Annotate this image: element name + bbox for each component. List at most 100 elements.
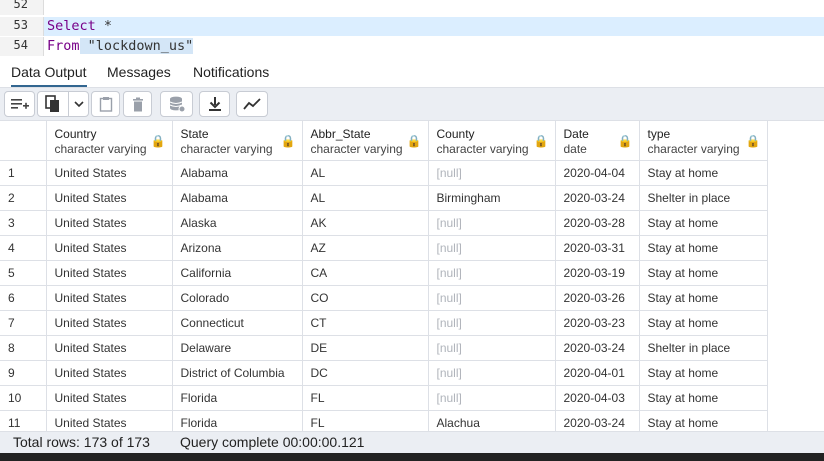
table-row[interactable]: 10 United States Florida FL [null] 2020-04-03… bbox=[0, 385, 768, 411]
table-cell[interactable]: CO bbox=[302, 285, 429, 311]
table-cell[interactable]: DC bbox=[302, 360, 429, 386]
table-cell[interactable]: AZ bbox=[302, 235, 429, 261]
table-cell[interactable]: Alabama bbox=[172, 185, 303, 211]
table-cell[interactable]: Shelter in place bbox=[639, 185, 768, 211]
table-cell[interactable]: United States bbox=[46, 285, 173, 311]
download-button[interactable] bbox=[199, 91, 230, 117]
table-cell[interactable]: [null] bbox=[428, 160, 556, 186]
tab-data-output[interactable]: Data Output bbox=[11, 64, 87, 87]
table-cell[interactable]: [null] bbox=[428, 260, 556, 286]
data-grid[interactable]: Country character varying 🔒 State character… bbox=[0, 121, 824, 431]
column-header-type[interactable]: type character varying 🔒 bbox=[639, 121, 768, 161]
table-cell[interactable]: AK bbox=[302, 210, 429, 236]
row-number-cell[interactable]: 6 bbox=[0, 285, 47, 311]
table-cell[interactable]: 2020-04-01 bbox=[555, 360, 640, 386]
table-cell[interactable]: Alachua bbox=[428, 410, 556, 431]
column-header-state[interactable]: State character varying 🔒 bbox=[172, 121, 303, 161]
row-number-cell[interactable]: 5 bbox=[0, 260, 47, 286]
table-row[interactable]: 8 United States Delaware DE [null] 2020-03-24… bbox=[0, 335, 768, 361]
table-cell[interactable]: United States bbox=[46, 260, 173, 286]
table-cell[interactable]: 2020-03-24 bbox=[555, 185, 640, 211]
row-number-cell[interactable]: 9 bbox=[0, 360, 47, 386]
table-cell[interactable]: United States bbox=[46, 185, 173, 211]
table-cell[interactable]: Stay at home bbox=[639, 360, 768, 386]
table-cell[interactable]: 2020-03-31 bbox=[555, 235, 640, 261]
table-cell[interactable]: Stay at home bbox=[639, 210, 768, 236]
row-number-cell[interactable]: 2 bbox=[0, 185, 47, 211]
column-header-abbr-state[interactable]: Abbr_State character varying 🔒 bbox=[302, 121, 429, 161]
table-cell[interactable]: CA bbox=[302, 260, 429, 286]
table-row[interactable]: 11 United States Florida FL Alachua 2020-03-2… bbox=[0, 410, 768, 431]
table-cell[interactable]: United States bbox=[46, 360, 173, 386]
code-text[interactable]: From "lockdown_us" bbox=[47, 38, 194, 54]
table-cell[interactable]: [null] bbox=[428, 385, 556, 411]
table-cell[interactable]: FL bbox=[302, 410, 429, 431]
table-cell[interactable]: Florida bbox=[172, 410, 303, 431]
column-header-country[interactable]: Country character varying 🔒 bbox=[46, 121, 173, 161]
table-cell[interactable]: 2020-04-04 bbox=[555, 160, 640, 186]
row-number-cell[interactable]: 7 bbox=[0, 310, 47, 336]
table-cell[interactable]: 2020-03-26 bbox=[555, 285, 640, 311]
row-number-header[interactable] bbox=[0, 121, 47, 161]
table-cell[interactable]: Stay at home bbox=[639, 160, 768, 186]
delete-button[interactable] bbox=[123, 91, 152, 117]
copy-options-dropdown[interactable] bbox=[69, 100, 88, 108]
table-cell[interactable]: AL bbox=[302, 185, 429, 211]
row-number-cell[interactable]: 4 bbox=[0, 235, 47, 261]
table-cell[interactable]: Florida bbox=[172, 385, 303, 411]
table-cell[interactable]: Stay at home bbox=[639, 285, 768, 311]
table-cell[interactable]: United States bbox=[46, 210, 173, 236]
table-cell[interactable]: United States bbox=[46, 160, 173, 186]
table-row[interactable]: 5 United States California CA [null] 2020-03-… bbox=[0, 260, 768, 286]
table-row[interactable]: 2 United States Alabama AL Birmingham 2020-03… bbox=[0, 185, 768, 211]
copy-button[interactable] bbox=[37, 91, 89, 117]
editor-line[interactable]: 52 bbox=[0, 0, 824, 15]
table-cell[interactable]: [null] bbox=[428, 235, 556, 261]
table-cell[interactable]: Stay at home bbox=[639, 310, 768, 336]
row-number-cell[interactable]: 8 bbox=[0, 335, 47, 361]
row-number-cell[interactable]: 10 bbox=[0, 385, 47, 411]
table-cell[interactable]: Connecticut bbox=[172, 310, 303, 336]
table-cell[interactable]: Stay at home bbox=[639, 410, 768, 431]
table-cell[interactable]: Alaska bbox=[172, 210, 303, 236]
table-cell[interactable]: Birmingham bbox=[428, 185, 556, 211]
table-cell[interactable]: United States bbox=[46, 410, 173, 431]
editor-line[interactable]: 53 Select * bbox=[0, 17, 824, 36]
table-cell[interactable]: AL bbox=[302, 160, 429, 186]
table-cell[interactable]: CT bbox=[302, 310, 429, 336]
table-cell[interactable]: 2020-04-03 bbox=[555, 385, 640, 411]
table-cell[interactable]: Stay at home bbox=[639, 385, 768, 411]
table-cell[interactable]: United States bbox=[46, 335, 173, 361]
graph-visualiser-button[interactable] bbox=[236, 91, 268, 117]
table-cell[interactable]: [null] bbox=[428, 285, 556, 311]
save-data-button[interactable] bbox=[160, 91, 193, 117]
table-cell[interactable]: Stay at home bbox=[639, 235, 768, 261]
table-cell[interactable]: Stay at home bbox=[639, 260, 768, 286]
editor-line[interactable]: 54 From "lockdown_us" bbox=[0, 37, 824, 56]
table-cell[interactable]: United States bbox=[46, 385, 173, 411]
table-row[interactable]: 7 United States Connecticut CT [null] 2020-03… bbox=[0, 310, 768, 336]
code-text[interactable]: Select * bbox=[47, 18, 112, 34]
table-cell[interactable]: [null] bbox=[428, 210, 556, 236]
table-cell[interactable]: [null] bbox=[428, 360, 556, 386]
table-cell[interactable]: Delaware bbox=[172, 335, 303, 361]
row-number-cell[interactable]: 1 bbox=[0, 160, 47, 186]
table-cell[interactable]: Colorado bbox=[172, 285, 303, 311]
table-cell[interactable]: Shelter in place bbox=[639, 335, 768, 361]
table-cell[interactable]: 2020-03-23 bbox=[555, 310, 640, 336]
table-cell[interactable]: 2020-03-24 bbox=[555, 410, 640, 431]
row-number-cell[interactable]: 3 bbox=[0, 210, 47, 236]
table-cell[interactable]: 2020-03-19 bbox=[555, 260, 640, 286]
table-row[interactable]: 1 United States Alabama AL [null] 2020-04-04 S… bbox=[0, 160, 768, 186]
column-header-date[interactable]: Date date 🔒 bbox=[555, 121, 640, 161]
table-row[interactable]: 9 United States District of Columbia DC [nul… bbox=[0, 360, 768, 386]
table-cell[interactable]: 2020-03-28 bbox=[555, 210, 640, 236]
table-row[interactable]: 4 United States Arizona AZ [null] 2020-03-31 S… bbox=[0, 235, 768, 261]
table-cell[interactable]: Arizona bbox=[172, 235, 303, 261]
table-cell[interactable]: United States bbox=[46, 310, 173, 336]
table-cell[interactable]: United States bbox=[46, 235, 173, 261]
tab-notifications[interactable]: Notifications bbox=[193, 64, 269, 85]
table-cell[interactable]: 2020-03-24 bbox=[555, 335, 640, 361]
table-cell[interactable]: Alabama bbox=[172, 160, 303, 186]
sql-editor[interactable]: 52 53 Select * 54 From "lockdown_us" bbox=[0, 0, 824, 58]
